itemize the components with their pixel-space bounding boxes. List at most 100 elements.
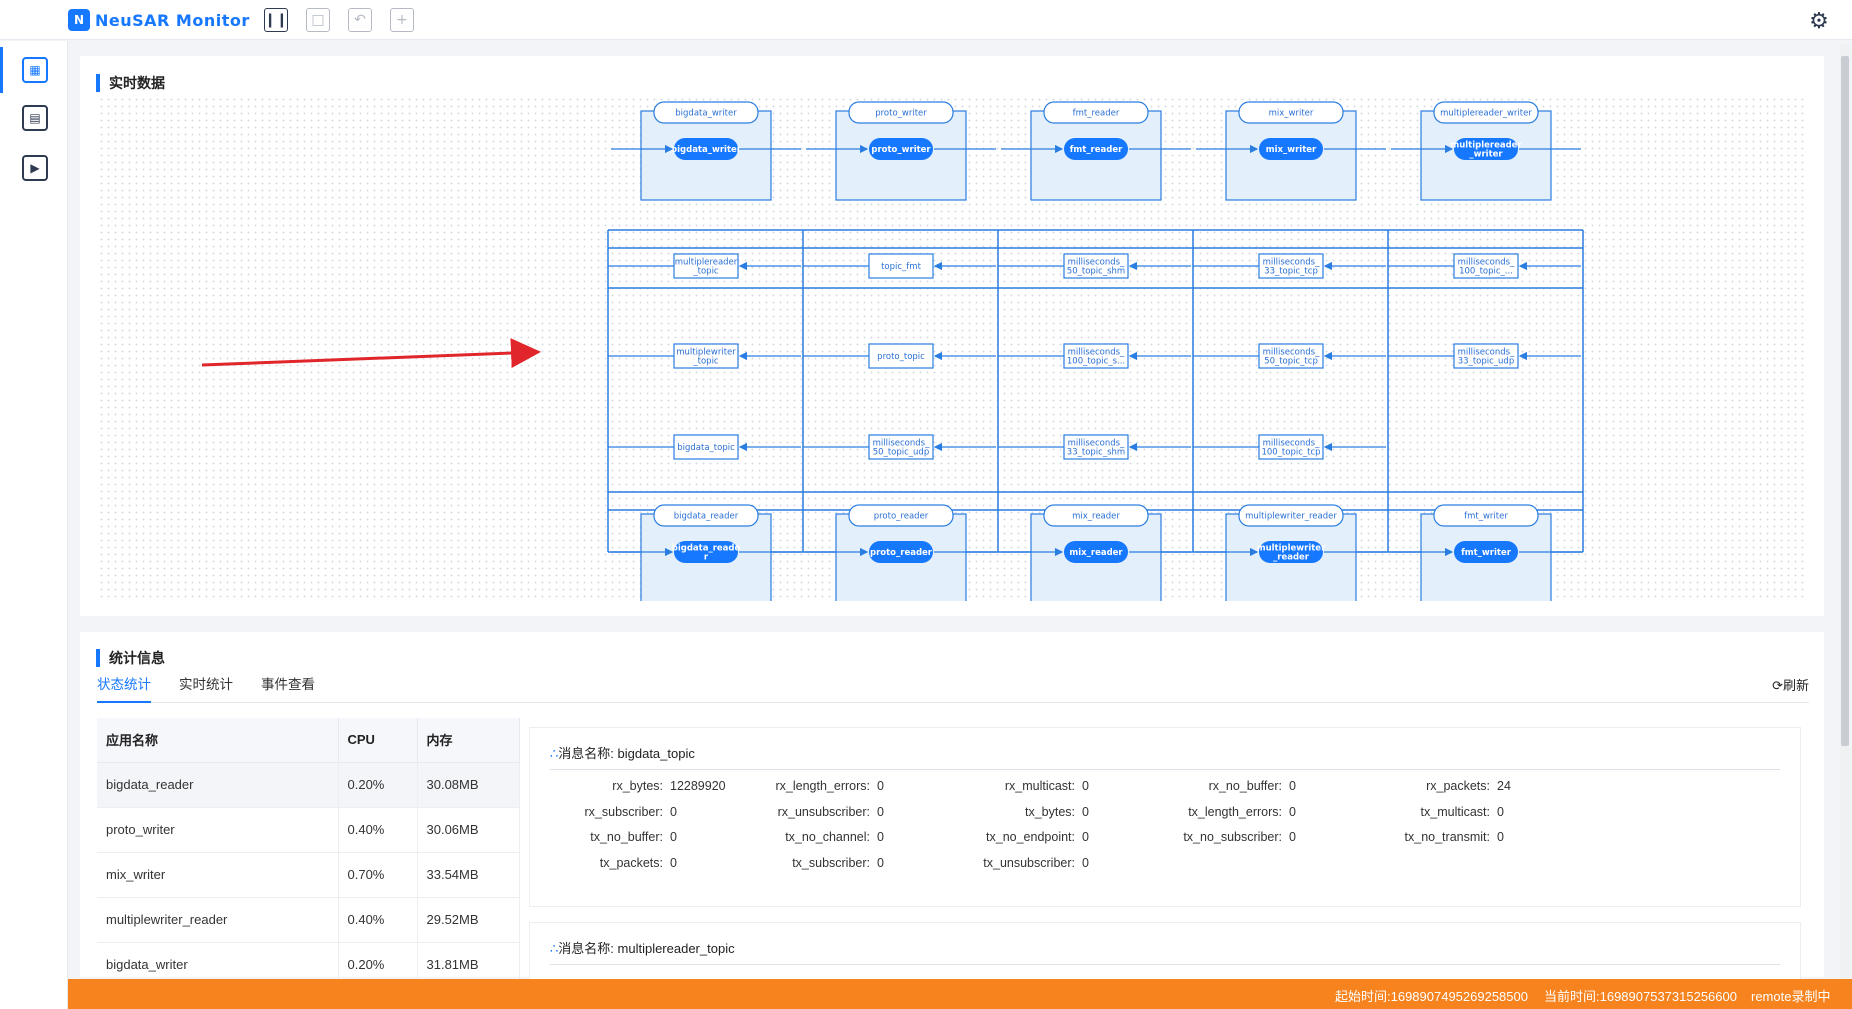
annotation-arrow xyxy=(201,338,541,369)
realtime-panel: 实时数据 bigdata_writer bigdata_writer proto_w… xyxy=(80,56,1824,616)
topic-node-label: milliseconds_ 33_topic_shm xyxy=(1067,438,1125,457)
reader-node-label: fmt_writer xyxy=(1464,511,1508,521)
field-key: tx_no_subscriber: xyxy=(1183,830,1282,844)
topic-node-label: milliseconds_ 100_topic_s... xyxy=(1067,347,1125,366)
message-field: tx_no_endpoint: 0 xyxy=(945,830,1089,844)
field-value: 0 xyxy=(670,855,677,870)
message-detail-header: ∴消息名称: bigdata_topic xyxy=(550,744,1780,770)
field-key: rx_subscriber: xyxy=(584,804,664,819)
chart-icon: ▤ xyxy=(29,111,41,125)
sidebar-item-chart[interactable]: ▤ xyxy=(22,105,48,131)
field-key: tx_unsubscriber: xyxy=(983,855,1075,870)
field-value: 0 xyxy=(1082,779,1089,793)
undo-button[interactable]: ↶ xyxy=(348,8,372,32)
field-key: tx_length_errors: xyxy=(1188,804,1282,819)
pause-button[interactable]: ❙❙ xyxy=(264,8,288,32)
field-key: rx_packets: xyxy=(1426,779,1490,793)
app-logo: N NeuSAR Monitor xyxy=(68,8,250,32)
table-row[interactable]: proto_writer 0.40% 30.06MB xyxy=(97,807,520,853)
message-field: tx_no_subscriber: 0 xyxy=(1152,830,1296,844)
reader-node-label: multiplewriter_reader xyxy=(1245,511,1337,521)
field-key: tx_multicast: xyxy=(1420,804,1490,819)
tab-realtime-stats[interactable]: 实时统计 xyxy=(179,675,233,703)
cpu-cell: 0.20% xyxy=(338,762,418,808)
current-time: 当前时间:1698907537315256600 xyxy=(1544,989,1737,1004)
writer-node-label: proto_writer xyxy=(875,108,927,118)
refresh-icon: ⟳ xyxy=(1772,679,1783,694)
table-row[interactable]: bigdata_reader 0.20% 30.08MB xyxy=(97,762,520,808)
field-key: tx_bytes: xyxy=(1024,804,1075,819)
message-field: tx_no_transmit: 0 xyxy=(1360,830,1504,844)
settings-gear-icon: ⚙ xyxy=(1809,8,1829,34)
message-detail-card-2: ∴消息名称: multiplereader_topic xyxy=(529,922,1801,982)
top-bar: N NeuSAR Monitor ❙❙ □ ↶ + ⚙ xyxy=(0,0,1852,40)
writer-node-label: fmt_reader xyxy=(1073,108,1120,118)
tab-event-view[interactable]: 事件查看 xyxy=(261,675,315,703)
message-field: tx_multicast: 0 xyxy=(1360,805,1504,819)
table-row[interactable]: multiplewriter_reader 0.40% 29.52MB xyxy=(97,897,520,943)
stats-title: 统计信息 xyxy=(96,649,165,667)
topic-node-label: milliseconds_ 50_topic_shm xyxy=(1067,257,1125,276)
field-value: 0 xyxy=(1289,779,1296,793)
topic-node-label: milliseconds_ 33_topic_tcp xyxy=(1263,257,1320,276)
column-header-cpu[interactable]: CPU xyxy=(338,718,418,763)
topology-graph[interactable]: bigdata_writer bigdata_writer proto_writer… xyxy=(98,96,1806,601)
scrollbar-thumb[interactable] xyxy=(1841,56,1849,746)
sidebar-active-indicator xyxy=(0,47,3,93)
add-button[interactable]: + xyxy=(390,8,414,32)
stats-panel: 统计信息 状态统计 实时统计 事件查看 ⟳刷新 应用名称 CPU 内存 bigd… xyxy=(80,632,1824,988)
status-bar: 起始时间:1698907495269258500 当前时间:1698907537… xyxy=(68,979,1852,1009)
app-title: NeuSAR Monitor xyxy=(95,10,250,30)
screen-button[interactable]: □ xyxy=(306,8,330,32)
pause-icon: ❙❙ xyxy=(264,12,288,28)
field-key: rx_multicast: xyxy=(1004,779,1075,793)
topic-node-label: topic_fmt xyxy=(881,262,921,272)
topic-node-label: milliseconds_ 100_topic_tcp xyxy=(1261,438,1320,457)
writer-node-inner-label: fmt_reader xyxy=(1070,145,1123,155)
field-value: 0 xyxy=(877,804,884,819)
topic-node-label: milliseconds_ 50_topic_udp xyxy=(873,438,930,457)
field-key: tx_packets: xyxy=(599,855,663,870)
refresh-label: 刷新 xyxy=(1782,678,1809,693)
undo-icon: ↶ xyxy=(354,12,366,28)
field-value: 0 xyxy=(1082,855,1089,870)
sidebar-item-playback[interactable]: ▶ xyxy=(22,155,48,181)
message-field: rx_length_errors: 0 xyxy=(740,779,884,793)
cpu-cell: 0.40% xyxy=(338,807,418,853)
column-header-app-name[interactable]: 应用名称 xyxy=(97,718,339,763)
message-name: bigdata_topic xyxy=(617,746,695,761)
message-field: rx_no_buffer: 0 xyxy=(1152,779,1296,793)
topic-node-label: bigdata_topic xyxy=(677,443,735,453)
field-value: 0 xyxy=(670,804,677,819)
field-key: tx_no_channel: xyxy=(785,830,870,844)
refresh-button[interactable]: ⟳刷新 xyxy=(1772,675,1809,694)
realtime-title: 实时数据 xyxy=(96,74,165,92)
memory-cell: 29.52MB xyxy=(417,897,520,943)
app-name-cell: bigdata_reader xyxy=(97,762,339,808)
cpu-cell: 0.40% xyxy=(338,897,418,943)
tab-status-stats[interactable]: 状态统计 xyxy=(97,675,151,703)
app-name-cell: proto_writer xyxy=(97,807,339,853)
reader-node-label: bigdata_reader xyxy=(674,511,739,521)
writer-node-label: multiplereader_writer xyxy=(1440,108,1532,118)
message-field: tx_bytes: 0 xyxy=(945,805,1089,819)
column-header-memory[interactable]: 内存 xyxy=(417,718,520,763)
message-field: tx_no_channel: 0 xyxy=(740,830,884,844)
message-field: rx_bytes: 12289920 xyxy=(533,779,725,793)
field-key: tx_no_buffer: xyxy=(590,830,663,844)
sidebar: ▦ ▤ ▶ xyxy=(0,41,68,1009)
field-key: tx_subscriber: xyxy=(792,855,870,870)
message-field: tx_length_errors: 0 xyxy=(1152,805,1296,819)
field-key: rx_length_errors: xyxy=(775,779,871,793)
writer-node-inner-label: mix_writer xyxy=(1266,145,1317,155)
reader-node-inner-label: proto_reader xyxy=(870,548,933,558)
monitor-icon: □ xyxy=(311,12,325,28)
memory-cell: 33.54MB xyxy=(417,852,520,898)
table-row[interactable]: mix_writer 0.70% 33.54MB xyxy=(97,852,520,898)
reader-node-label: mix_reader xyxy=(1072,511,1120,521)
sidebar-item-topology[interactable]: ▦ xyxy=(22,57,48,83)
topology-canvas[interactable]: bigdata_writer bigdata_writer proto_writer… xyxy=(98,96,1806,601)
topic-node-label: milliseconds_ 50_topic_tcp xyxy=(1263,347,1320,366)
settings-button[interactable]: ⚙ xyxy=(1806,8,1832,34)
topic-node-label: milliseconds_ 33_topic_udp xyxy=(1458,347,1515,366)
